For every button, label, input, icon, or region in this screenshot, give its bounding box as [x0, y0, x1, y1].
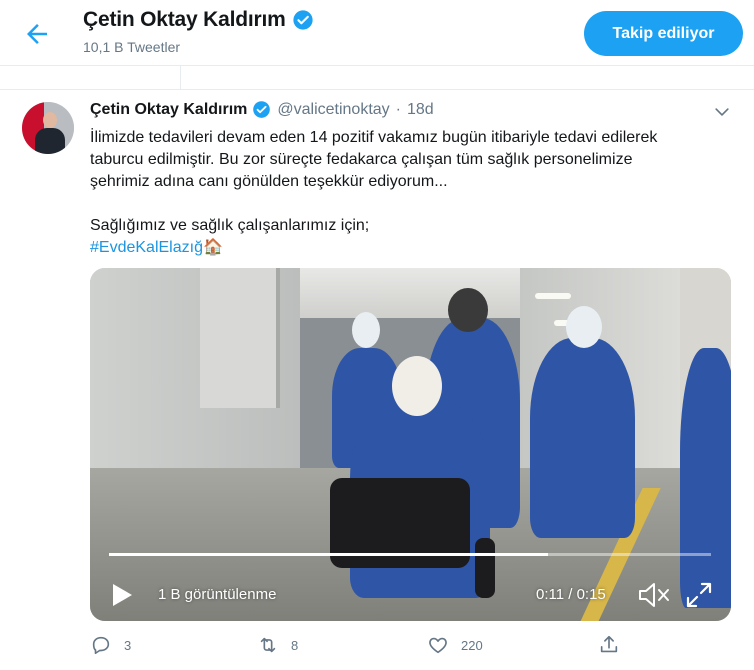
tweet-header: Çetin Oktay Kaldırım @valicetinoktay · 1…: [90, 100, 434, 119]
video-progress-bar[interactable]: [109, 553, 711, 556]
profile-tabs-strip: [0, 66, 754, 90]
like-count: 220: [461, 637, 483, 653]
house-emoji: 🏠: [202, 239, 223, 256]
view-count: 1 B görüntülenme: [158, 586, 277, 603]
profile-title: Çetin Oktay Kaldırım: [83, 8, 314, 32]
video-player[interactable]: 1 B görüntülenme 0:11 / 0:15: [90, 268, 731, 621]
retweet-count: 8: [291, 637, 299, 653]
tweet-text-line: Sağlığımız ve sağlık çalışanlarımız için…: [90, 217, 370, 234]
dot-separator: ·: [395, 100, 401, 118]
fullscreen-icon[interactable]: [685, 581, 713, 609]
retweet-button[interactable]: 8: [257, 634, 298, 656]
share-button[interactable]: [598, 634, 620, 656]
volume-muted-icon[interactable]: [637, 580, 671, 610]
chevron-down-icon[interactable]: [712, 102, 732, 122]
tweet-author-name[interactable]: Çetin Oktay Kaldırım: [90, 101, 247, 119]
profile-header: Çetin Oktay Kaldırım 10,1 B Tweetler Tak…: [0, 0, 754, 66]
tweet[interactable]: Çetin Oktay Kaldırım @valicetinoktay · 1…: [0, 90, 754, 670]
heart-icon: [429, 637, 447, 654]
tweet-text-line: taburcu edilmiştir. Bu zor süreçte fedak…: [90, 151, 633, 168]
arrow-left-icon[interactable]: [22, 19, 52, 49]
tab-divider: [180, 66, 181, 90]
retweet-icon: [260, 637, 276, 653]
tweet-text-line: şehrimiz adına canı gönülden teşekkür ed…: [90, 173, 448, 190]
verified-badge-icon: [253, 101, 271, 118]
tweet-actions: 3 8 220: [90, 634, 731, 658]
tweet-count: 10,1 B Tweetler: [83, 39, 181, 55]
verified-badge-icon: [292, 10, 313, 30]
tweet-text-line: İlimizde tedavileri devam eden 14 poziti…: [90, 129, 658, 146]
profile-name: Çetin Oktay Kaldırım: [83, 8, 286, 31]
video-progress-fill: [109, 553, 549, 556]
share-icon: [600, 635, 618, 653]
reply-count: 3: [124, 637, 132, 653]
play-icon[interactable]: [110, 582, 134, 608]
like-button[interactable]: 220: [427, 634, 483, 656]
tweet-text: İlimizde tedavileri devam eden 14 poziti…: [90, 127, 730, 259]
video-time: 0:11 / 0:15: [536, 586, 606, 603]
video-frame: [90, 268, 731, 621]
reply-icon: [92, 636, 110, 655]
hashtag-link[interactable]: #EvdeKalElazığ: [90, 239, 203, 256]
tweet-handle[interactable]: @valicetinoktay: [277, 101, 389, 119]
reply-button[interactable]: 3: [90, 634, 131, 656]
following-button[interactable]: Takip ediliyor: [584, 11, 743, 56]
avatar[interactable]: [22, 102, 74, 154]
tweet-time[interactable]: 18d: [407, 101, 434, 119]
